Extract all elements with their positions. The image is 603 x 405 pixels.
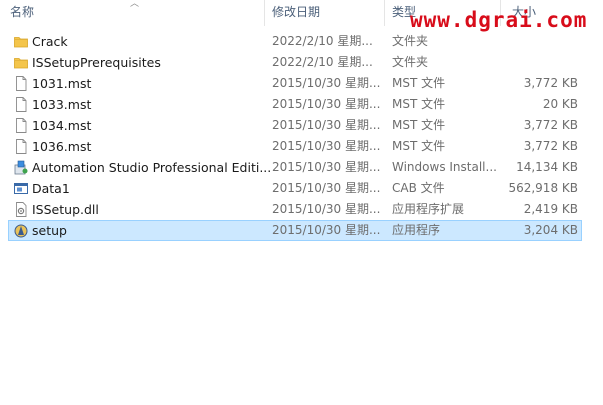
file-date: 2015/10/30 星期... bbox=[272, 118, 381, 132]
file-row[interactable]: 1031.mst 2015/10/30 星期... MST 文件 3,772 KB bbox=[8, 73, 582, 94]
file-date: 2015/10/30 星期... bbox=[272, 202, 381, 216]
file-date: 2015/10/30 星期... bbox=[272, 160, 381, 174]
file-size: 14,134 KB bbox=[516, 160, 578, 174]
file-size: 20 KB bbox=[542, 97, 578, 111]
file-icon bbox=[14, 139, 28, 154]
file-icon bbox=[14, 97, 28, 112]
file-row[interactable]: ISSetupPrerequisites 2022/2/10 星期... 文件夹 bbox=[8, 52, 582, 73]
dll-icon bbox=[14, 202, 28, 217]
file-date: 2015/10/30 星期... bbox=[272, 139, 381, 153]
file-row[interactable]: ISSetup.dll 2015/10/30 星期... 应用程序扩展 2,419 K… bbox=[8, 199, 582, 220]
file-type: 文件夹 bbox=[392, 55, 429, 69]
file-size: 3,772 KB bbox=[523, 139, 578, 153]
file-type: 应用程序扩展 bbox=[392, 202, 465, 216]
file-icon bbox=[14, 76, 28, 91]
file-name: 1036.mst bbox=[32, 139, 92, 154]
file-row[interactable]: Data1 2015/10/30 星期... CAB 文件 562,918 KB bbox=[8, 178, 582, 199]
file-name: setup bbox=[32, 223, 67, 238]
file-date: 2015/10/30 星期... bbox=[272, 223, 381, 237]
file-name: Automation Studio Professional Editi... bbox=[32, 160, 270, 175]
sort-caret-icon: ︿ bbox=[130, 0, 140, 9]
file-size: 3,204 KB bbox=[523, 223, 578, 237]
file-name: Crack bbox=[32, 34, 68, 49]
column-divider[interactable] bbox=[384, 0, 385, 26]
setup-icon bbox=[14, 223, 28, 238]
file-size: 2,419 KB bbox=[523, 202, 578, 216]
file-name: ISSetup.dll bbox=[32, 202, 99, 217]
file-size bbox=[498, 31, 578, 52]
file-size: 562,918 KB bbox=[508, 181, 578, 195]
file-row[interactable]: setup 2015/10/30 星期... 应用程序 3,204 KB bbox=[8, 220, 582, 241]
watermark-text: www.dgrai.com bbox=[410, 8, 588, 32]
file-size bbox=[498, 52, 578, 73]
file-name: ISSetupPrerequisites bbox=[32, 55, 161, 70]
column-header-name[interactable]: 名称 bbox=[10, 0, 34, 24]
file-date: 2022/2/10 星期... bbox=[272, 34, 373, 48]
folder-icon bbox=[14, 55, 28, 70]
file-type: 文件夹 bbox=[392, 34, 429, 48]
file-type: MST 文件 bbox=[392, 118, 446, 132]
file-row[interactable]: 1033.mst 2015/10/30 星期... MST 文件 20 KB bbox=[8, 94, 582, 115]
file-size: 3,772 KB bbox=[523, 76, 578, 90]
file-date: 2015/10/30 星期... bbox=[272, 181, 381, 195]
file-row[interactable]: 1036.mst 2015/10/30 星期... MST 文件 3,772 KB bbox=[8, 136, 582, 157]
file-name: 1034.mst bbox=[32, 118, 92, 133]
file-date: 2015/10/30 星期... bbox=[272, 76, 381, 90]
file-date: 2022/2/10 星期... bbox=[272, 55, 373, 69]
file-type: MST 文件 bbox=[392, 76, 446, 90]
column-header-date[interactable]: 修改日期 bbox=[272, 0, 320, 24]
file-size: 3,772 KB bbox=[523, 118, 578, 132]
installer-icon bbox=[14, 160, 28, 175]
file-name: 1033.mst bbox=[32, 97, 92, 112]
file-row[interactable]: Crack 2022/2/10 星期... 文件夹 bbox=[8, 31, 582, 52]
cab-icon bbox=[14, 181, 28, 196]
file-name: Data1 bbox=[32, 181, 70, 196]
file-type: MST 文件 bbox=[392, 139, 446, 153]
file-name: 1031.mst bbox=[32, 76, 92, 91]
file-row[interactable]: Automation Studio Professional Editi... 2… bbox=[8, 157, 582, 178]
file-row[interactable]: 1034.mst 2015/10/30 星期... MST 文件 3,772 KB bbox=[8, 115, 582, 136]
file-icon bbox=[14, 118, 28, 133]
folder-icon bbox=[14, 34, 28, 49]
column-divider[interactable] bbox=[264, 0, 265, 26]
file-type: Windows Install... bbox=[392, 160, 497, 174]
file-date: 2015/10/30 星期... bbox=[272, 97, 381, 111]
file-type: CAB 文件 bbox=[392, 181, 445, 195]
file-type: MST 文件 bbox=[392, 97, 446, 111]
file-type: 应用程序 bbox=[392, 223, 441, 237]
